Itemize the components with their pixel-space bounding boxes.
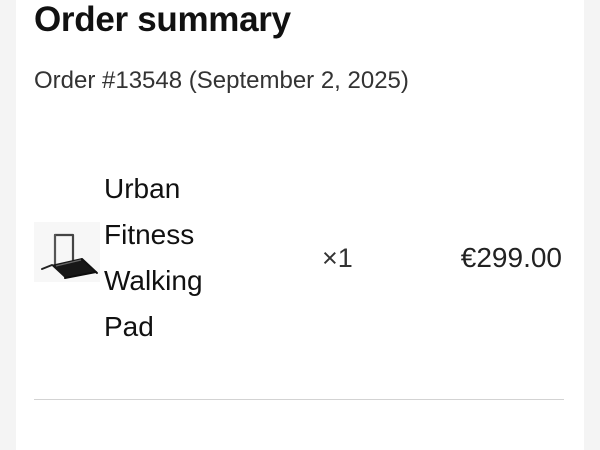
- page-title: Order summary: [34, 0, 291, 39]
- walking-pad-product-image: [34, 222, 100, 282]
- order-divider: [34, 399, 564, 400]
- order-item-row: Urban Fitness Walking Pad ×1 €299.00: [34, 166, 566, 350]
- quantity: ×1: [322, 243, 353, 273]
- line-price: €299.00: [460, 242, 562, 273]
- order-summary-panel: Order summary Order #13548 (September 2,…: [16, 0, 584, 450]
- order-number-date: Order #13548 (September 2, 2025): [34, 67, 409, 94]
- right-page-margin: [584, 0, 600, 450]
- product-name: Urban Fitness Walking Pad: [104, 173, 203, 342]
- left-page-margin: [0, 0, 16, 450]
